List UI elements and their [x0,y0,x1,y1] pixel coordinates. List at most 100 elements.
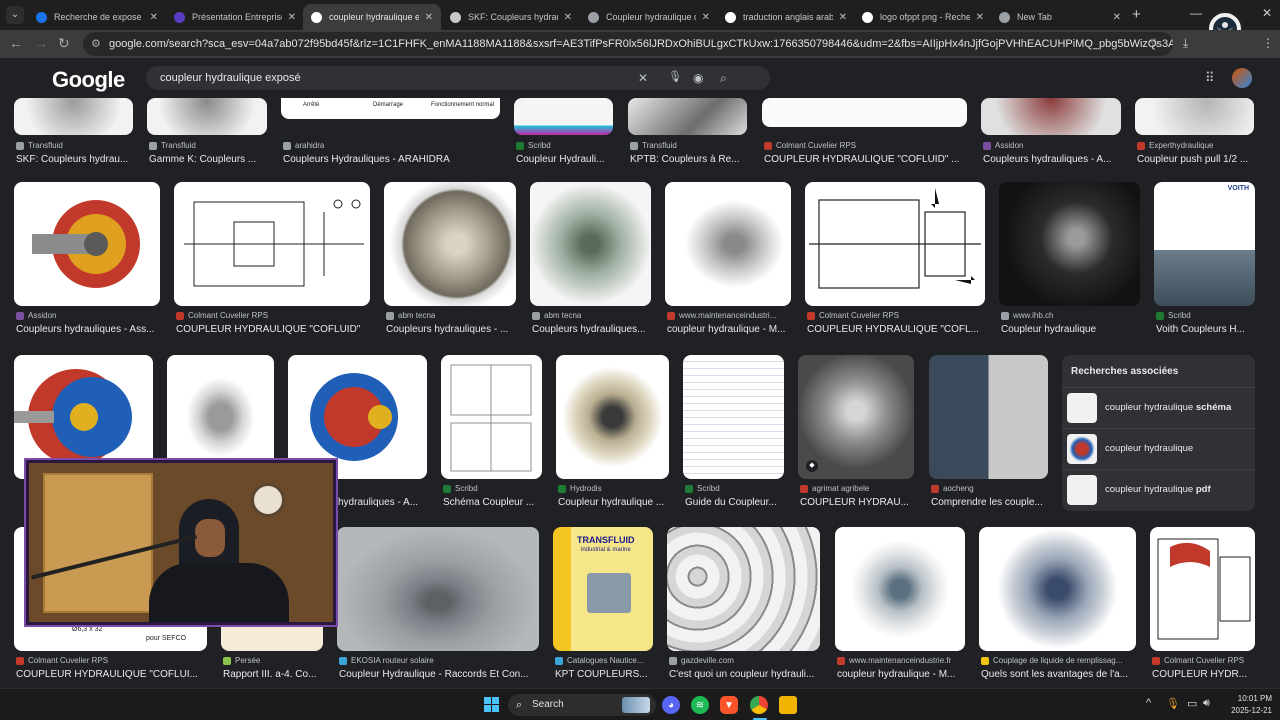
forward-arrow-icon[interactable]: → [34,35,48,51]
image-result[interactable]: Transfluid KPTB: Coupleurs à Re... [628,98,748,170]
back-arrow-icon[interactable]: ← [9,35,23,51]
image-result[interactable]: Colmant Cuvelier RPS COUPLEUR HYDRAULIQU… [174,182,370,342]
result-thumbnail[interactable] [762,98,967,127]
image-result[interactable]: www.ihb.ch Coupleur hydraulique [999,182,1140,342]
image-result[interactable]: EKOSIA routeur solaire Coupleur Hydrauli… [337,527,540,688]
result-title[interactable]: COUPLEUR HYDRAU... [800,497,915,508]
related-search-item[interactable]: coupleur hydraulique schéma [1062,387,1255,427]
taskbar-search[interactable]: ⌕ Search [508,694,656,716]
image-result[interactable]: Couplage de liquide de remplissag... Que… [979,527,1136,688]
brave-icon[interactable]: ▼ [720,696,738,714]
google-apps-icon[interactable]: ⠿ [1205,70,1215,86]
tab-3[interactable]: SKF: Coupleurs hydrauli ✕ [442,4,580,30]
image-result[interactable]: Colmant Cuvelier RPS COUPLEUR HYDR... [1150,527,1255,688]
result-title[interactable]: COUPLEUR HYDRAULIQUE "COFL... [807,324,985,335]
microphone-icon[interactable]: 🎙︎ [1166,697,1180,710]
result-thumbnail[interactable] [628,98,747,135]
image-result[interactable]: Experthydraulique Coupleur push pull 1/2… [1135,98,1255,170]
image-result[interactable]: gazdeville.com C'est quoi un coupleur hy… [667,527,821,688]
result-thumbnail[interactable] [805,182,985,306]
tab-0[interactable]: Recherche de expose pou ✕ [28,4,166,30]
search-icon[interactable]: ⌕ [720,66,727,90]
download-icon[interactable]: ⤓ [1183,36,1188,51]
result-title[interactable]: COUPLEUR HYDRAULIQUE "COFLUID" [176,324,370,335]
result-title[interactable]: Coupleur hydraulique ... [558,497,669,508]
tab-1[interactable]: Présentation Entreprise ✕ [166,4,304,30]
spotify-icon[interactable]: ≋ [691,696,709,714]
result-title[interactable]: Comprendre les couple... [931,497,1048,508]
bookmark-star-icon[interactable]: ☆ [1149,35,1161,51]
image-result[interactable]: Scribd Schéma Coupleur ... [441,355,542,515]
site-info-icon[interactable]: ⚙ [91,32,101,56]
image-result[interactable]: abm tecna Coupleurs hydrauliques... [530,182,651,342]
clear-search-icon[interactable]: ✕ [638,66,648,90]
image-result[interactable]: www.maintenanceindustri... coupleur hydr… [665,182,791,342]
result-title[interactable]: KPT COUPLEURS... [555,669,653,680]
result-title[interactable]: COUPLEUR HYDRAULIQUE "COFLUI... [16,669,207,680]
image-result[interactable]: www.maintenanceindustrie.fr coupleur hyd… [835,527,965,688]
tab-close-icon[interactable]: ✕ [150,12,158,23]
result-thumbnail[interactable] [1150,527,1255,651]
google-logo[interactable]: Google [52,67,125,93]
image-result[interactable]: abm tecna Coupleurs hydrauliques - ... [384,182,516,342]
result-thumbnail[interactable] [14,98,133,135]
result-title[interactable]: coupleur hydraulique - M... [667,324,791,335]
result-thumbnail[interactable] [147,98,267,135]
result-title[interactable]: Coupleur Hydrauli... [516,154,614,165]
image-result[interactable]: Colmant Cuvelier RPS COUPLEUR HYDRAULIQU… [762,98,968,170]
result-thumbnail[interactable]: VOITH [1154,182,1255,306]
result-thumbnail[interactable] [667,527,820,651]
result-thumbnail[interactable] [835,527,965,651]
tab-close-icon[interactable]: ✕ [564,12,572,23]
discord-icon[interactable]: ◕ [662,696,680,714]
result-title[interactable]: KPTB: Coupleurs à Re... [630,154,748,165]
result-title[interactable]: coupleur hydraulique - M... [837,669,965,680]
result-title[interactable]: Coupleur push pull 1/2 ... [1137,154,1255,165]
taskbar-clock[interactable]: 10:01 PM 2025-12-21 [1222,693,1272,717]
related-search-item[interactable]: coupleur hydraulique pdf [1062,469,1255,509]
volume-icon[interactable]: 🔊︎ [1203,697,1210,710]
result-thumbnail[interactable] [14,182,160,306]
image-result[interactable]: Arrêté Démarrage Fonctionnement normal a… [281,98,501,170]
image-result[interactable]: Assidon Coupleurs hydrauliques - Ass... [14,182,160,342]
result-title[interactable]: Rapport III. a-4. Co... [223,669,323,680]
result-thumbnail[interactable] [384,182,516,306]
tab-6[interactable]: logo ofppt png - Recher ✕ [854,4,992,30]
close-window-icon[interactable]: ✕ [1262,6,1272,20]
image-result[interactable]: Transfluid Gamme K: Coupleurs ... [147,98,268,170]
result-title[interactable]: COUPLEUR HYDRAULIQUE "COFLUID" ... [764,154,968,165]
image-result[interactable]: TRANSFLUID industrial & marine Catalogue… [553,527,653,688]
image-result[interactable]: aocheng Comprendre les couple... [929,355,1048,515]
result-thumbnail[interactable]: TRANSFLUID industrial & marine [553,527,653,651]
file-explorer-icon[interactable] [779,696,797,714]
windows-start-icon[interactable] [484,697,500,713]
result-title[interactable]: Coupleurs hydrauliques - ... [386,324,516,335]
result-title[interactable]: Coupleur Hydraulique - Raccords Et Con..… [339,669,539,680]
search-input[interactable]: coupleur hydraulique exposé ✕ 🎙︎ ◉ ⌕ [146,66,770,90]
tab-search-menu-button[interactable]: ⌄ [6,6,24,24]
result-title[interactable]: Coupleurs hydrauliques - A... [983,154,1121,165]
avatar[interactable] [1232,68,1252,88]
result-thumbnail[interactable] [999,182,1140,306]
microphone-icon[interactable]: 🎙︎ [668,65,682,89]
image-result[interactable]: Scribd Guide du Coupleur... [683,355,784,515]
result-title[interactable]: Quels sont les avantages de l'a... [981,669,1136,680]
result-thumbnail[interactable] [441,355,542,479]
minimize-icon[interactable]: — [1190,6,1202,20]
result-thumbnail[interactable] [1135,98,1254,135]
result-thumbnail[interactable] [683,355,784,479]
new-tab-button[interactable]: + [1132,6,1141,23]
image-result[interactable]: Hydrodis Coupleur hydraulique ... [556,355,669,515]
reload-icon[interactable]: ↻ [58,35,70,52]
result-thumbnail[interactable] [556,355,669,479]
result-thumbnail[interactable] [665,182,791,306]
result-title[interactable]: Voith Coupleurs H... [1156,324,1255,335]
tab-2-active[interactable]: coupleur hydraulique ex ✕ [303,4,441,30]
result-title[interactable]: COUPLEUR HYDR... [1152,669,1255,680]
result-thumbnail[interactable] [979,527,1136,651]
tab-7[interactable]: New Tab ✕ [991,4,1129,30]
image-result[interactable]: Scribd Coupleur Hydrauli... [514,98,614,170]
image-result[interactable]: VOITH Scribd Voith Coupleurs H... [1154,182,1255,342]
result-title[interactable]: Guide du Coupleur... [685,497,784,508]
result-title[interactable]: Coupleurs Hydrauliques - ARAHIDRA [283,154,501,165]
